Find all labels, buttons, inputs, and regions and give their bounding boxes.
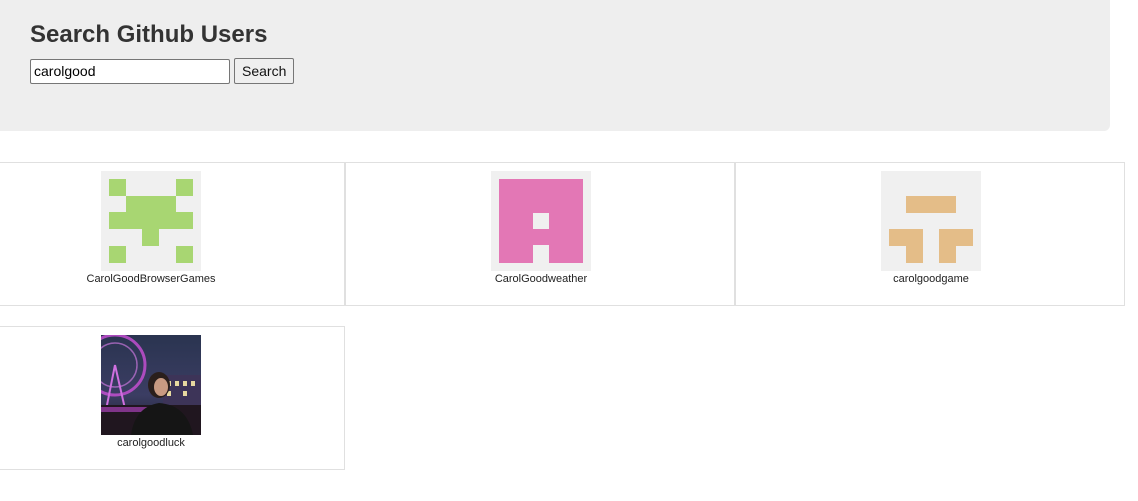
photo-avatar[interactable] bbox=[101, 335, 201, 435]
search-input[interactable] bbox=[30, 58, 230, 84]
identicon-green-avatar[interactable] bbox=[101, 171, 201, 271]
search-form: Search bbox=[30, 58, 295, 84]
user-login[interactable]: carolgoodgame bbox=[893, 273, 969, 285]
identicon-pink-avatar[interactable] bbox=[491, 171, 591, 271]
user-login[interactable]: CarolGoodweather bbox=[495, 273, 587, 285]
page-title: Search Github Users bbox=[30, 21, 268, 48]
user-card[interactable]: carolgoodluck bbox=[0, 326, 345, 470]
user-card[interactable]: carolgoodgame bbox=[735, 162, 1125, 306]
user-card[interactable]: CarolGoodBrowserGames bbox=[0, 162, 345, 306]
user-login[interactable]: carolgoodluck bbox=[117, 437, 185, 449]
identicon-tan-avatar[interactable] bbox=[881, 171, 981, 271]
user-card[interactable]: CarolGoodweather bbox=[345, 162, 735, 306]
search-button[interactable]: Search bbox=[234, 58, 295, 84]
user-login[interactable]: CarolGoodBrowserGames bbox=[87, 273, 216, 285]
